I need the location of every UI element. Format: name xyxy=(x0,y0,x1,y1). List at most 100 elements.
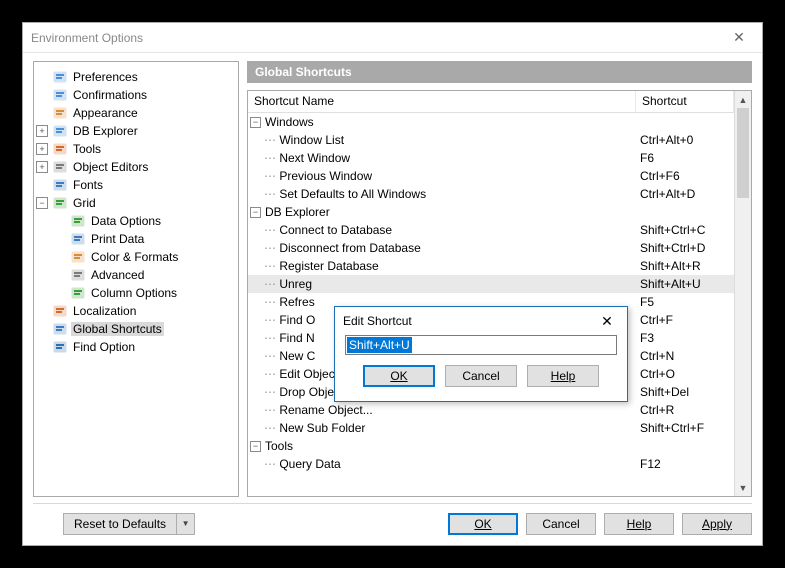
reset-to-defaults-button[interactable]: Reset to Defaults xyxy=(63,513,177,535)
modal-close-icon[interactable]: ✕ xyxy=(595,313,619,330)
tree-toggle-icon[interactable]: + xyxy=(36,125,48,137)
tree-item-label: Column Options xyxy=(89,286,179,300)
shortcut-value: Ctrl+F6 xyxy=(636,169,734,183)
shortcut-name: Find O xyxy=(279,313,315,327)
tree-item-label: Appearance xyxy=(71,106,140,120)
tree-item[interactable]: Appearance xyxy=(34,104,238,122)
cancel-button[interactable]: Cancel xyxy=(526,513,596,535)
group-toggle-icon[interactable]: − xyxy=(250,441,261,452)
tree-item[interactable]: Global Shortcuts xyxy=(34,320,238,338)
tree-item-label: Data Options xyxy=(89,214,163,228)
tree-connector: ⋯ xyxy=(264,313,279,327)
reset-dropdown-icon[interactable]: ▼ xyxy=(177,513,195,535)
tree-connector: ⋯ xyxy=(264,187,279,201)
grid-row[interactable]: ⋯ Window ListCtrl+Alt+0 xyxy=(248,131,734,149)
tree-node-icon xyxy=(52,159,68,175)
tree-connector: ⋯ xyxy=(264,457,279,471)
dialog-footer: Reset to Defaults ▼ OK Cancel Help Apply xyxy=(33,503,752,535)
col-shortcut[interactable]: Shortcut xyxy=(636,91,734,112)
tree-node-icon xyxy=(52,321,68,337)
shortcut-value: Shift+Alt+U xyxy=(636,277,734,291)
shortcut-name: Rename Object... xyxy=(279,403,372,417)
shortcut-name: Unreg xyxy=(279,277,312,291)
tree-item[interactable]: Column Options xyxy=(34,284,238,302)
shortcut-name: Edit Object xyxy=(279,367,338,381)
modal-ok-button[interactable]: OK xyxy=(363,365,435,387)
tree-item-label: Object Editors xyxy=(71,160,150,174)
tree-item-label: Localization xyxy=(71,304,138,318)
shortcut-value: Ctrl+R xyxy=(636,403,734,417)
grid-row[interactable]: ⋯ Connect to DatabaseShift+Ctrl+C xyxy=(248,221,734,239)
group-toggle-icon[interactable]: − xyxy=(250,117,261,128)
modal-cancel-button[interactable]: Cancel xyxy=(445,365,517,387)
grid-row[interactable]: ⋯ New Sub FolderShift+Ctrl+F xyxy=(248,419,734,437)
scroll-up-icon[interactable]: ▲ xyxy=(735,91,751,108)
shortcut-name: Previous Window xyxy=(279,169,372,183)
tree-item[interactable]: Confirmations xyxy=(34,86,238,104)
tree-item[interactable]: Fonts xyxy=(34,176,238,194)
shortcut-value: Ctrl+F xyxy=(636,313,734,327)
shortcuts-grid: Shortcut Name Shortcut −Windows⋯ Window … xyxy=(247,90,752,497)
modal-help-button[interactable]: Help xyxy=(527,365,599,387)
environment-options-window: Environment Options ✕ Preferences Confirm… xyxy=(22,22,763,546)
grid-row[interactable]: −Tools xyxy=(248,437,734,455)
grid-row[interactable]: ⋯ UnregShift+Alt+U xyxy=(248,275,734,293)
grid-row[interactable]: ⋯ Query DataF12 xyxy=(248,455,734,473)
tree-node-icon xyxy=(52,87,68,103)
tree-item[interactable]: Find Option xyxy=(34,338,238,356)
tree-item-label: Global Shortcuts xyxy=(71,322,164,336)
shortcut-input[interactable]: Shift+Alt+U xyxy=(345,335,617,355)
tree-toggle-icon[interactable]: + xyxy=(36,143,48,155)
grid-row[interactable]: −DB Explorer xyxy=(248,203,734,221)
tree-item[interactable]: Data Options xyxy=(34,212,238,230)
group-toggle-icon[interactable]: − xyxy=(250,207,261,218)
tree-item[interactable]: Advanced xyxy=(34,266,238,284)
grid-row[interactable]: −Windows xyxy=(248,113,734,131)
tree-item-label: Fonts xyxy=(71,178,105,192)
help-button[interactable]: Help xyxy=(604,513,674,535)
tree-item[interactable]: +Tools xyxy=(34,140,238,158)
scroll-thumb[interactable] xyxy=(737,108,749,198)
tree-connector: ⋯ xyxy=(264,349,279,363)
tree-item[interactable]: + Object Editors xyxy=(34,158,238,176)
col-shortcut-name[interactable]: Shortcut Name xyxy=(248,91,636,112)
scroll-down-icon[interactable]: ▼ xyxy=(735,479,751,496)
tree-item[interactable]: Print Data xyxy=(34,230,238,248)
tree-item-label: Grid xyxy=(71,196,98,210)
tree-toggle-icon[interactable]: + xyxy=(36,161,48,173)
tree-toggle-icon[interactable]: − xyxy=(36,197,48,209)
shortcut-value: F12 xyxy=(636,457,734,471)
window-title: Environment Options xyxy=(31,31,724,45)
shortcut-value: Ctrl+O xyxy=(636,367,734,381)
tree-connector: ⋯ xyxy=(264,385,279,399)
ok-button[interactable]: OK xyxy=(448,513,518,535)
tree-item[interactable]: − Grid xyxy=(34,194,238,212)
shortcut-value: F6 xyxy=(636,151,734,165)
shortcut-value: Shift+Ctrl+C xyxy=(636,223,734,237)
tree-item-label: DB Explorer xyxy=(71,124,140,138)
shortcut-value: F5 xyxy=(636,295,734,309)
tree-connector: ⋯ xyxy=(264,295,279,309)
tree-connector: ⋯ xyxy=(264,331,279,345)
grid-row[interactable]: ⋯ Set Defaults to All WindowsCtrl+Alt+D xyxy=(248,185,734,203)
grid-row[interactable]: ⋯ Previous WindowCtrl+F6 xyxy=(248,167,734,185)
tree-node-icon xyxy=(52,123,68,139)
tree-node-icon xyxy=(52,177,68,193)
tree-item-label: Confirmations xyxy=(71,88,149,102)
grid-row[interactable]: ⋯ Next WindowF6 xyxy=(248,149,734,167)
tree-item[interactable]: + DB Explorer xyxy=(34,122,238,140)
shortcut-value: Ctrl+Alt+0 xyxy=(636,133,734,147)
grid-row[interactable]: ⋯ Rename Object...Ctrl+R xyxy=(248,401,734,419)
tree-item[interactable]: Preferences xyxy=(34,68,238,86)
apply-button[interactable]: Apply xyxy=(682,513,752,535)
tree-item[interactable]: Color & Formats xyxy=(34,248,238,266)
tree-item[interactable]: Localization xyxy=(34,302,238,320)
shortcut-value: Ctrl+N xyxy=(636,349,734,363)
options-tree[interactable]: Preferences Confirmations Appearance + DB Ex… xyxy=(34,68,238,356)
tree-connector: ⋯ xyxy=(264,259,279,273)
grid-row[interactable]: ⋯ Register DatabaseShift+Alt+R xyxy=(248,257,734,275)
close-icon[interactable]: ✕ xyxy=(724,23,754,53)
grid-row[interactable]: ⋯ Disconnect from DatabaseShift+Ctrl+D xyxy=(248,239,734,257)
grid-header: Shortcut Name Shortcut xyxy=(248,91,734,113)
grid-scrollbar[interactable]: ▲ ▼ xyxy=(734,91,751,496)
